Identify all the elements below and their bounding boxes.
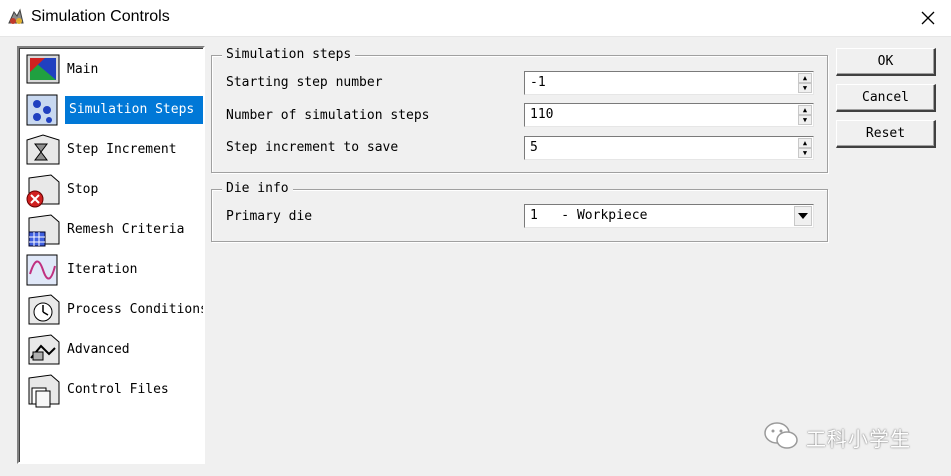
num-steps-spinner: ▲ ▼ (798, 105, 812, 125)
wechat-icon (764, 422, 798, 449)
starting-step-label: Starting step number (226, 75, 383, 90)
nav-label-simulation-steps: Simulation Steps (65, 96, 203, 124)
process-conditions-icon (23, 292, 63, 328)
primary-die-value: 1 - Workpiece (530, 208, 648, 223)
nav-label-process-conditions: Process Conditions (67, 302, 205, 317)
spin-down-icon[interactable]: ▼ (798, 83, 812, 93)
die-info-group-title: Die info (222, 181, 293, 196)
simulation-steps-group-title: Simulation steps (222, 47, 356, 62)
nav-item-stop[interactable]: Stop (21, 170, 203, 210)
advanced-icon (23, 332, 63, 368)
spin-up-icon[interactable]: ▲ (798, 138, 812, 148)
step-increment-value: 5 (530, 140, 538, 155)
chevron-down-icon (798, 213, 808, 219)
nav-label-remesh-criteria: Remesh Criteria (67, 222, 185, 237)
close-button[interactable] (905, 0, 951, 36)
remesh-criteria-icon (23, 212, 63, 248)
close-icon (921, 11, 935, 25)
nav-item-simulation-steps[interactable]: Simulation Steps (21, 90, 203, 130)
primary-die-label: Primary die (226, 209, 313, 224)
nav-item-step-increment[interactable]: Step Increment (21, 130, 203, 170)
simulation-steps-icon (23, 92, 63, 128)
watermark: 工科小学生 (762, 420, 932, 452)
nav-item-advanced[interactable]: Advanced (21, 330, 203, 370)
step-increment-spinner: ▲ ▼ (798, 138, 812, 158)
iteration-icon (23, 252, 63, 288)
cancel-button[interactable]: Cancel (836, 84, 936, 112)
num-steps-value: 110 (530, 107, 554, 122)
window-title: Simulation Controls (31, 8, 170, 25)
nav-label-main: Main (67, 62, 99, 77)
starting-step-value: -1 (530, 75, 546, 90)
step-increment-label: Step increment to save (226, 140, 399, 155)
reset-button[interactable]: Reset (836, 120, 936, 148)
spin-up-icon[interactable]: ▲ (798, 105, 812, 115)
category-list: Main Simulation Steps Step Increment Sto… (17, 46, 205, 464)
nav-label-stop: Stop (67, 182, 99, 197)
step-increment-input[interactable]: 5 ▲ ▼ (524, 136, 814, 160)
ok-button[interactable]: OK (836, 48, 936, 76)
watermark-text: 工科小学生 (806, 427, 911, 451)
main-icon (23, 52, 63, 88)
num-steps-label: Number of simulation steps (226, 108, 430, 123)
nav-label-step-increment: Step Increment (67, 142, 177, 157)
starting-step-input[interactable]: -1 ▲ ▼ (524, 71, 814, 95)
stop-icon (23, 172, 63, 208)
nav-label-iteration: Iteration (67, 262, 138, 277)
nav-item-process-conditions[interactable]: Process Conditions (21, 290, 203, 330)
nav-item-iteration[interactable]: Iteration (21, 250, 203, 290)
step-increment-icon (23, 132, 63, 168)
primary-die-select[interactable]: 1 - Workpiece (524, 204, 814, 228)
nav-label-control-files: Control Files (67, 382, 169, 397)
title-bar: Simulation Controls (0, 0, 951, 37)
spin-down-icon[interactable]: ▼ (798, 148, 812, 158)
nav-item-control-files[interactable]: Control Files (21, 370, 203, 410)
starting-step-spinner: ▲ ▼ (798, 73, 812, 93)
app-icon (6, 7, 26, 27)
control-files-icon (23, 372, 63, 408)
nav-item-remesh-criteria[interactable]: Remesh Criteria (21, 210, 203, 250)
spin-down-icon[interactable]: ▼ (798, 115, 812, 125)
dropdown-button[interactable] (794, 206, 812, 226)
spin-up-icon[interactable]: ▲ (798, 73, 812, 83)
nav-label-advanced: Advanced (67, 342, 130, 357)
nav-item-main[interactable]: Main (21, 50, 203, 90)
num-steps-input[interactable]: 110 ▲ ▼ (524, 103, 814, 127)
